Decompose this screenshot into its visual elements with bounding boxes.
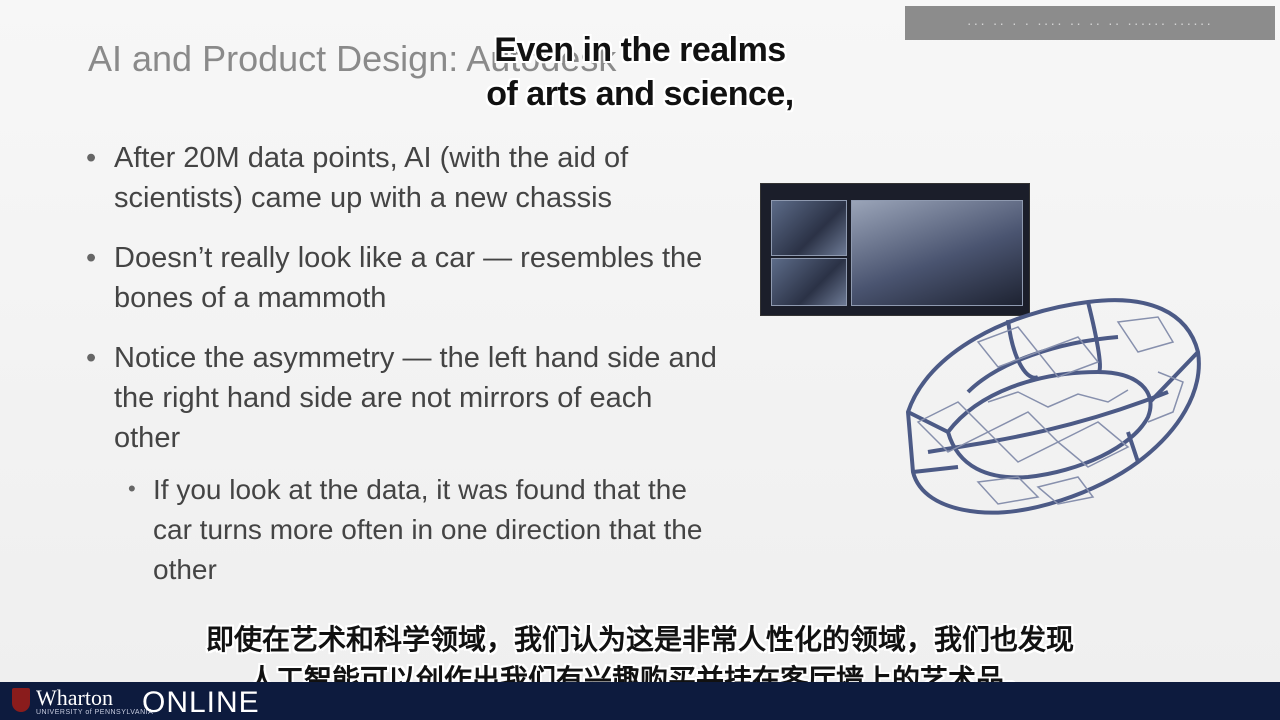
- bullet-item: • Notice the asymmetry — the left hand s…: [86, 338, 726, 458]
- channel-watermark: ··· ·· · · ···· ·· ·· ·· ······ ······: [905, 6, 1275, 40]
- bullet-icon: •: [86, 242, 97, 274]
- bullet-text: Doesn’t really look like a car — resembl…: [114, 242, 703, 314]
- chinese-subtitle-line: 即使在艺术和科学领域，我们认为这是非常人性化的领域，我们也发现: [205, 624, 1074, 655]
- bullet-list: • After 20M data points, AI (with the ai…: [86, 138, 726, 590]
- english-subtitle-line: of arts and science,: [486, 75, 794, 113]
- english-subtitle-line: Even in the realms: [494, 31, 786, 69]
- footer-bar: Wharton UNIVERSITY of PENNSYLVANIA ONLIN…: [0, 682, 1280, 720]
- bullet-item: • Doesn’t really look like a car — resem…: [86, 238, 726, 318]
- wharton-logo-text: Wharton: [36, 685, 113, 710]
- sub-bullet-item: • If you look at the data, it was found …: [86, 470, 726, 590]
- photo-panel: [771, 258, 847, 306]
- wharton-logo-subtext: UNIVERSITY of PENNSYLVANIA: [36, 709, 154, 716]
- lattice-chassis-image: [906, 298, 1201, 515]
- bullet-text: After 20M data points, AI (with the aid …: [114, 142, 629, 214]
- sub-bullet-icon: •: [128, 476, 136, 501]
- lecture-slide: ··· ·· · · ···· ·· ·· ·· ······ ······ A…: [0, 0, 1280, 682]
- photo-panel: [771, 200, 847, 256]
- bullet-item: • After 20M data points, AI (with the ai…: [86, 138, 726, 218]
- sub-bullet-text: If you look at the data, it was found th…: [153, 474, 703, 585]
- bullet-icon: •: [86, 142, 97, 174]
- bullet-text: Notice the asymmetry — the left hand sid…: [114, 342, 717, 454]
- wharton-crest-icon: [12, 688, 30, 712]
- online-label: ONLINE: [142, 686, 260, 719]
- english-subtitle: Even in the realms of arts and science,: [470, 28, 810, 116]
- bullet-icon: •: [86, 342, 97, 374]
